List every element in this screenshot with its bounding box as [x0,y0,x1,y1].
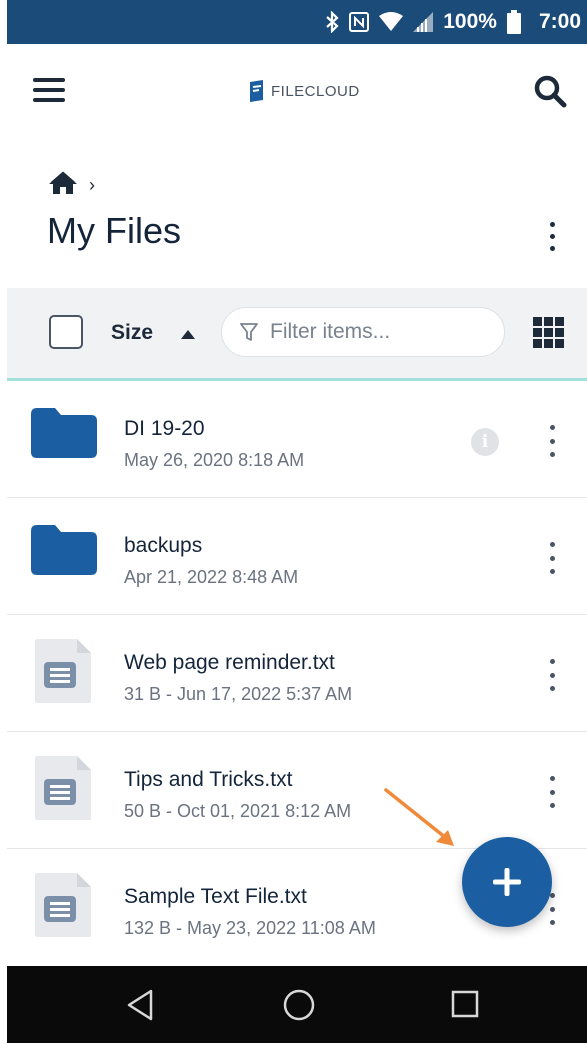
plus-icon [493,868,521,896]
logo-text: FILECLOUD [271,82,360,100]
recents-icon[interactable] [450,988,480,1025]
orange-arrow-icon [380,786,460,855]
battery-icon [506,10,521,34]
menu-icon[interactable] [33,78,65,104]
list-item[interactable]: backups Apr 21, 2022 8:48 AM [7,498,587,615]
item-name: DI 19-20 [124,417,205,440]
filter-input[interactable]: Filter items... [221,307,505,357]
item-meta: Apr 21, 2022 8:48 AM [124,567,299,587]
app-bar: FILECLOUD [7,44,587,140]
sort-ascending-icon[interactable] [181,330,195,339]
item-name: Web page reminder.txt [124,651,335,674]
filter-icon [240,323,258,341]
item-meta: May 26, 2020 8:18 AM [124,450,305,470]
page-more-options-icon[interactable] [540,218,564,254]
filter-placeholder: Filter items... [270,320,391,343]
breadcrumb-separator: › [89,175,95,195]
status-bar: 100% 7:00 [7,0,587,44]
folder-icon [31,525,97,580]
app-logo: FILECLOUD [247,80,360,102]
folder-icon [31,408,97,463]
list-toolbar: Size Filter items... [7,288,587,381]
bluetooth-icon [325,11,339,33]
grid-view-icon[interactable] [533,317,564,348]
page-title: My Files [47,210,181,251]
filecloud-logo-icon [250,80,263,102]
item-meta: 50 B - Oct 01, 2021 8:12 AM [124,801,352,821]
breadcrumb: › [47,170,95,201]
item-meta: 132 B - May 23, 2022 11:08 AM [124,918,376,938]
search-icon[interactable] [533,74,567,113]
info-icon[interactable]: i [471,428,499,456]
item-meta: 31 B - Jun 17, 2022 5:37 AM [124,684,353,704]
item-more-options-icon[interactable] [543,542,561,574]
clock: 7:00 [538,10,581,33]
home-circle-icon[interactable] [282,988,316,1027]
battery-text: 100% [443,10,497,33]
system-nav-bar [7,966,587,1043]
item-name: Tips and Tricks.txt [124,768,293,791]
item-name: Sample Text File.txt [124,885,307,908]
item-more-options-icon[interactable] [543,425,561,457]
list-item[interactable]: DI 19-20 May 26, 2020 8:18 AM i [7,381,587,498]
list-item[interactable]: Web page reminder.txt 31 B - Jun 17, 202… [7,615,587,732]
item-more-options-icon[interactable] [543,659,561,691]
cell-signal-icon [413,12,434,32]
list-item[interactable]: Tips and Tricks.txt 50 B - Oct 01, 2021 … [7,732,587,849]
select-all-checkbox[interactable] [49,315,83,349]
nfc-icon [349,12,370,32]
text-file-icon [35,639,91,708]
text-file-icon [35,756,91,825]
text-file-icon [35,873,91,942]
item-name: backups [124,534,203,557]
back-icon[interactable] [125,988,155,1027]
sort-by-button[interactable]: Size [111,321,153,345]
wifi-icon [379,12,404,32]
home-icon[interactable] [47,170,79,201]
item-more-options-icon[interactable] [543,776,561,808]
add-button[interactable] [462,837,552,927]
